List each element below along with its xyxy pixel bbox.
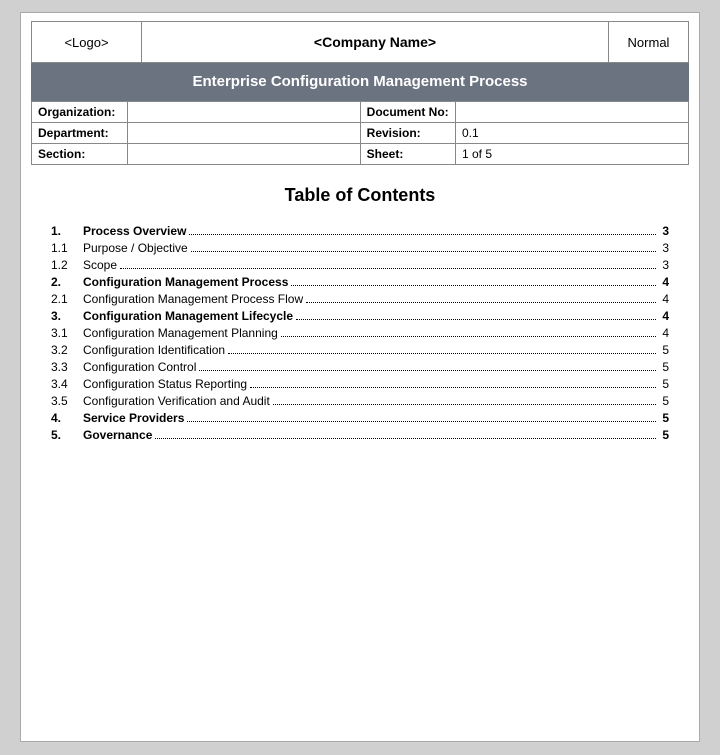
- toc-text: Service Providers: [83, 411, 184, 425]
- toc-number: 4.: [51, 411, 83, 425]
- title-bar: Enterprise Configuration Management Proc…: [31, 63, 689, 101]
- toc-dots: [281, 336, 656, 337]
- toc-dots: [155, 438, 656, 439]
- company-name-cell: <Company Name>: [142, 22, 608, 62]
- docno-value: [455, 102, 688, 123]
- toc-number: 5.: [51, 428, 83, 442]
- toc-page: 3: [659, 224, 669, 238]
- toc-text: Purpose / Objective: [83, 241, 188, 255]
- toc-dots: [191, 251, 656, 252]
- toc-number: 2.1: [51, 292, 83, 306]
- toc-entry: 3.4Configuration Status Reporting 5: [51, 377, 669, 391]
- dept-label: Department:: [32, 123, 128, 144]
- toc-number: 3.5: [51, 394, 83, 408]
- normal-label: Normal: [628, 35, 670, 50]
- toc-page: 4: [659, 292, 669, 306]
- toc-number: 1.1: [51, 241, 83, 255]
- toc-page: 5: [659, 428, 669, 442]
- header-bar: <Logo> <Company Name> Normal: [31, 21, 689, 63]
- document-page: <Logo> <Company Name> Normal Enterprise …: [20, 12, 700, 742]
- toc-entry: 3.Configuration Management Lifecycle 4: [51, 309, 669, 323]
- toc-text: Process Overview: [83, 224, 186, 238]
- company-name-label: <Company Name>: [314, 34, 436, 50]
- toc-text: Scope: [83, 258, 117, 272]
- dept-value: [127, 123, 360, 144]
- toc-entry: 5.Governance 5: [51, 428, 669, 442]
- toc-text: Configuration Status Reporting: [83, 377, 247, 391]
- toc-page: 5: [659, 343, 669, 357]
- toc-page: 3: [659, 241, 669, 255]
- normal-cell: Normal: [608, 22, 688, 62]
- toc-heading: Table of Contents: [51, 185, 669, 206]
- toc-number: 1.: [51, 224, 83, 238]
- document-title: Enterprise Configuration Management Proc…: [192, 73, 527, 90]
- toc-text: Governance: [83, 428, 152, 442]
- toc-page: 5: [659, 394, 669, 408]
- toc-dots: [187, 421, 656, 422]
- docno-label: Document No:: [360, 102, 455, 123]
- toc-page: 4: [659, 309, 669, 323]
- toc-number: 2.: [51, 275, 83, 289]
- sheet-value: 1 of 5: [455, 144, 688, 165]
- info-table: Organization: Document No: Department: R…: [31, 101, 689, 165]
- toc-dots: [291, 285, 656, 286]
- toc-text: Configuration Control: [83, 360, 196, 374]
- toc-number: 3.4: [51, 377, 83, 391]
- toc-dots: [296, 319, 656, 320]
- logo-cell: <Logo>: [32, 22, 142, 62]
- table-row: Section: Sheet: 1 of 5: [32, 144, 689, 165]
- toc-entry: 3.5Configuration Verification and Audit 5: [51, 394, 669, 408]
- toc-text: Configuration Management Lifecycle: [83, 309, 293, 323]
- toc-dots: [199, 370, 656, 371]
- toc-dots: [189, 234, 656, 235]
- revision-value: 0.1: [455, 123, 688, 144]
- table-row: Organization: Document No:: [32, 102, 689, 123]
- toc-page: 4: [659, 326, 669, 340]
- toc-dots: [120, 268, 656, 269]
- section-label: Section:: [32, 144, 128, 165]
- toc-entries: 1.Process Overview31.1Purpose / Objectiv…: [51, 224, 669, 442]
- toc-entry: 1.1Purpose / Objective 3: [51, 241, 669, 255]
- section-value: [127, 144, 360, 165]
- toc-text: Configuration Management Process: [83, 275, 288, 289]
- revision-label: Revision:: [360, 123, 455, 144]
- toc-entry: 2.Configuration Management Process 4: [51, 275, 669, 289]
- toc-entry: 2.1Configuration Management Process Flow…: [51, 292, 669, 306]
- toc-entry: 1.Process Overview 3: [51, 224, 669, 238]
- toc-entry: 1.2Scope 3: [51, 258, 669, 272]
- table-row: Department: Revision: 0.1: [32, 123, 689, 144]
- toc-section: Table of Contents 1.Process Overview31.1…: [21, 165, 699, 465]
- toc-number: 3.1: [51, 326, 83, 340]
- toc-page: 5: [659, 377, 669, 391]
- toc-dots: [250, 387, 656, 388]
- toc-page: 4: [659, 275, 669, 289]
- toc-text: Configuration Identification: [83, 343, 225, 357]
- toc-number: 3.3: [51, 360, 83, 374]
- org-label: Organization:: [32, 102, 128, 123]
- toc-page: 3: [659, 258, 669, 272]
- toc-dots: [273, 404, 656, 405]
- toc-text: Configuration Management Planning: [83, 326, 278, 340]
- sheet-label: Sheet:: [360, 144, 455, 165]
- toc-entry: 3.3Configuration Control 5: [51, 360, 669, 374]
- toc-dots: [228, 353, 656, 354]
- toc-number: 3.2: [51, 343, 83, 357]
- org-value: [127, 102, 360, 123]
- logo-label: <Logo>: [64, 35, 108, 50]
- toc-number: 3.: [51, 309, 83, 323]
- toc-entry: 3.2Configuration Identification 5: [51, 343, 669, 357]
- toc-text: Configuration Management Process Flow: [83, 292, 303, 306]
- toc-dots: [306, 302, 656, 303]
- toc-number: 1.2: [51, 258, 83, 272]
- toc-text: Configuration Verification and Audit: [83, 394, 270, 408]
- toc-entry: 4.Service Providers 5: [51, 411, 669, 425]
- toc-page: 5: [659, 360, 669, 374]
- toc-entry: 3.1Configuration Management Planning 4: [51, 326, 669, 340]
- toc-page: 5: [659, 411, 669, 425]
